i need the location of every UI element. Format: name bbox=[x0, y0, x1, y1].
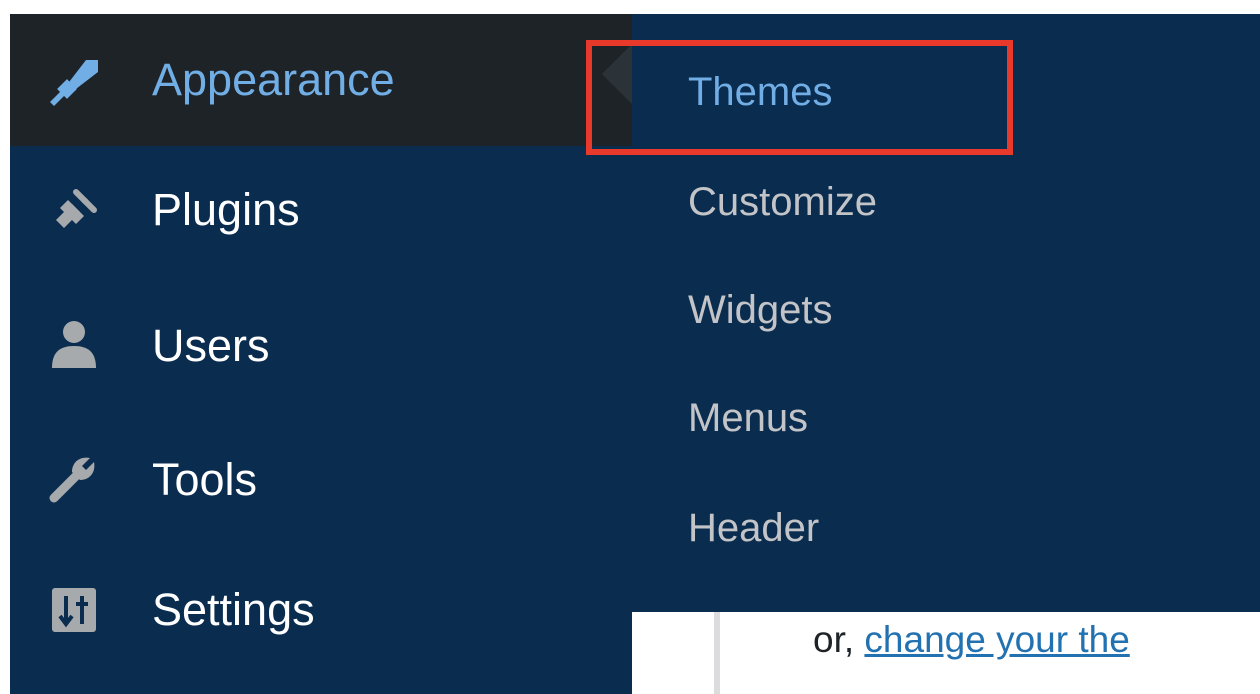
sidebar-item-label: Users bbox=[152, 320, 270, 371]
submenu-item-header[interactable]: Header bbox=[688, 506, 819, 551]
settings-sliders-icon bbox=[46, 582, 102, 638]
submenu-item-themes[interactable]: Themes bbox=[688, 70, 833, 115]
screen: E or, change your the Appearance bbox=[0, 0, 1260, 694]
submenu-pointer bbox=[602, 44, 632, 104]
content-divider bbox=[714, 612, 720, 694]
change-theme-link[interactable]: change your the bbox=[864, 619, 1129, 660]
sidebar-item-label: Settings bbox=[152, 584, 315, 635]
sidebar-item-tools[interactable]: Tools bbox=[10, 414, 632, 546]
change-theme-line: or, change your the bbox=[813, 612, 1130, 668]
appearance-submenu: Themes Customize Widgets Menus Header bbox=[632, 14, 1260, 612]
wrench-icon bbox=[46, 450, 102, 506]
sidebar-item-label: Tools bbox=[152, 454, 258, 505]
submenu-item-menus[interactable]: Menus bbox=[688, 396, 808, 441]
sidebar-item-label: Plugins bbox=[152, 184, 300, 235]
sidebar-item-appearance[interactable]: Appearance bbox=[10, 14, 632, 146]
sidebar-item-settings[interactable]: Settings bbox=[10, 544, 632, 676]
submenu-item-customize[interactable]: Customize bbox=[688, 180, 877, 225]
change-theme-prefix: or, bbox=[813, 619, 855, 660]
sidebar-item-users[interactable]: Users bbox=[10, 280, 632, 412]
paintbrush-icon bbox=[46, 52, 102, 108]
admin-sidebar: Appearance Plugins Users Tools Settings bbox=[10, 14, 632, 694]
plug-icon bbox=[46, 182, 102, 238]
user-icon bbox=[46, 316, 102, 372]
sidebar-item-label: Appearance bbox=[152, 54, 395, 105]
submenu-item-widgets[interactable]: Widgets bbox=[688, 288, 833, 333]
sidebar-item-plugins[interactable]: Plugins bbox=[10, 146, 632, 274]
